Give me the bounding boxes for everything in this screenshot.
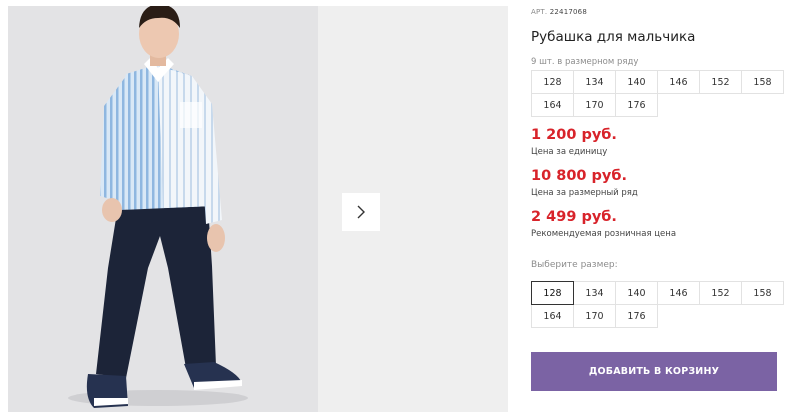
- size-option-selected[interactable]: 128: [531, 281, 574, 305]
- pack-size-note: 9 шт. в размерном ряду: [531, 57, 639, 67]
- retail-price: 2 499 руб.: [531, 209, 617, 225]
- size-option[interactable]: 170: [573, 304, 616, 328]
- size-option[interactable]: 140: [615, 281, 658, 305]
- pack-size-cell: 170: [573, 93, 616, 117]
- boy-in-shirt-image: [68, 6, 248, 408]
- size-option[interactable]: 176: [615, 304, 658, 328]
- size-option[interactable]: 152: [699, 281, 742, 305]
- product-title: Рубашка для мальчика: [531, 29, 696, 45]
- pack-price: 10 800 руб.: [531, 168, 628, 184]
- chevron-right-icon: [357, 205, 365, 219]
- next-image-button[interactable]: [342, 193, 380, 231]
- product-gallery: [8, 6, 508, 412]
- pack-size-cell: 152: [699, 70, 742, 94]
- unit-price: 1 200 руб.: [531, 127, 617, 143]
- pack-size-grid: 128 134 140 146 152 158 164 170 176: [531, 70, 784, 117]
- article-label: АРТ.: [531, 8, 548, 16]
- size-select-label: Выберите размер:: [531, 260, 618, 270]
- pack-size-cell: 140: [615, 70, 658, 94]
- pack-price-label: Цена за размерный ряд: [531, 188, 638, 198]
- unit-price-label: Цена за единицу: [531, 147, 608, 157]
- pack-size-cell: 128: [531, 70, 574, 94]
- article-number: АРТ. 22417068: [531, 8, 587, 16]
- size-selector: 128 134 140 146 152 158 164 170 176: [531, 281, 784, 328]
- article-value: 22417068: [549, 8, 587, 16]
- retail-price-label: Рекомендуемая розничная цена: [531, 229, 677, 239]
- add-to-cart-button[interactable]: ДОБАВИТЬ В КОРЗИНУ: [531, 352, 777, 391]
- size-option[interactable]: 146: [657, 281, 700, 305]
- pack-size-cell: 164: [531, 93, 574, 117]
- size-option[interactable]: 164: [531, 304, 574, 328]
- pack-size-cell: 158: [741, 70, 784, 94]
- pack-size-cell: 134: [573, 70, 616, 94]
- product-photo: [8, 6, 318, 412]
- pack-size-cell: 146: [657, 70, 700, 94]
- size-option[interactable]: 158: [741, 281, 784, 305]
- pack-size-cell: 176: [615, 93, 658, 117]
- size-option[interactable]: 134: [573, 281, 616, 305]
